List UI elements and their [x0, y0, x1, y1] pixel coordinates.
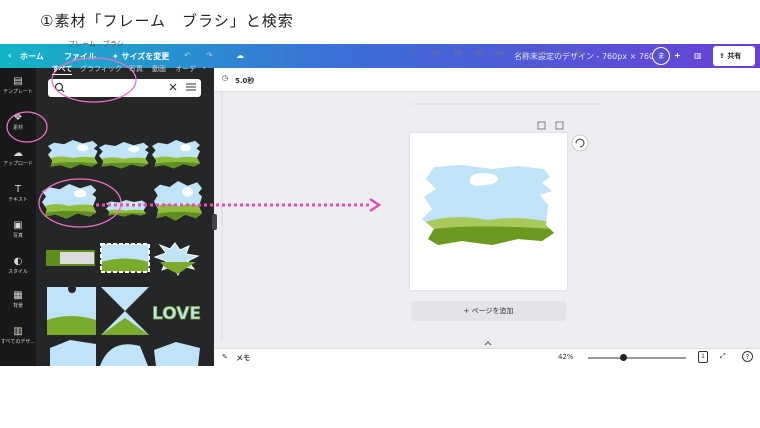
rail-item-template[interactable]: ▤ テンプレート [0, 76, 36, 95]
add-member-icon[interactable]: + [674, 51, 681, 60]
rail-item-background[interactable]: ▦ 背景 [0, 290, 36, 309]
rail-item-all-designs[interactable]: ▥ すべてのデザ... [0, 326, 36, 345]
background-icon: ▦ [13, 290, 23, 301]
ruler-label: 700 [556, 51, 566, 57]
design-page[interactable] [410, 133, 567, 290]
rail-label: 写真 [12, 233, 23, 239]
help-icon[interactable]: ? [742, 351, 753, 362]
ruler-label: 600 [536, 51, 546, 57]
upload-icon: ☁ [13, 148, 23, 159]
rail-label: テンプレート [3, 89, 33, 95]
rail-label: 背景 [12, 303, 23, 309]
ruler-label: 300 [474, 51, 484, 57]
editor-toolbar: ◷ 5.0秒 [214, 68, 760, 92]
back-chevron-icon[interactable]: ‹ [8, 51, 11, 60]
text-icon: T [14, 184, 22, 195]
rail-item-elements[interactable]: ❖ 素材 [0, 112, 36, 131]
zoom-value[interactable]: 42% [558, 353, 574, 361]
ruler-label: 0 [412, 51, 416, 57]
tab-audio[interactable]: オーデ [175, 64, 196, 74]
home-button[interactable]: ホーム [20, 51, 44, 62]
notes-icon[interactable]: ✎ [222, 353, 228, 361]
all-designs-icon: ▥ [13, 326, 23, 337]
style-icon: ◐ [13, 256, 23, 267]
rail-label: アップロード [2, 161, 33, 167]
fullscreen-icon[interactable]: ⤢ [720, 352, 726, 361]
rail-label: 素材 [12, 125, 23, 131]
share-label: 共有 [727, 52, 742, 60]
rail-label: すべてのデザ... [0, 339, 36, 345]
bottom-bar: ✎ メモ 42% 1 ⤢ ? [214, 348, 760, 366]
side-rail: ▤ テンプレート ❖ 素材 ☁ アップロード T テキスト ▣ 写真 ◐ スタイル ▦ 背景 … [0, 68, 36, 366]
zoom-slider-thumb[interactable] [620, 354, 627, 361]
ruler-label: 200 [453, 51, 463, 57]
share-button[interactable]: ⇪ 共有 [713, 46, 755, 66]
elements-icon: ❖ [13, 112, 23, 123]
insights-icon[interactable]: ▥ [694, 51, 702, 60]
elements-panel [36, 68, 214, 366]
rail-item-text[interactable]: T テキスト [0, 184, 36, 203]
timer-icon[interactable]: ◷ [222, 74, 228, 82]
page-count[interactable]: 1 [698, 351, 708, 363]
rail-item-upload[interactable]: ☁ アップロード [0, 148, 36, 167]
zoom-slider[interactable] [588, 357, 686, 359]
template-icon: ▤ [13, 76, 23, 87]
search-input[interactable]: フレーム ブラシ [48, 35, 201, 53]
photo-icon: ▣ [13, 220, 23, 231]
ruler-label: 800 [576, 51, 586, 57]
caption: ①素材「フレーム ブラシ」と検索 [40, 12, 294, 30]
tab-photos[interactable]: 写真 [129, 64, 143, 74]
tab-videos[interactable]: 動画 [152, 64, 166, 74]
duration[interactable]: 5.0秒 [235, 76, 254, 86]
ruler-label: 400 [495, 51, 505, 57]
rail-item-photo[interactable]: ▣ 写真 [0, 220, 36, 239]
notes-button[interactable]: メモ [236, 353, 250, 363]
rail-label: テキスト [8, 197, 28, 203]
tabs-next-chevron-icon[interactable]: › [203, 64, 206, 72]
ruler-label: 100 [432, 51, 442, 57]
canva-editor: ‹ ホーム ファイル ✦ サイズを変更 ↶ ↷ ☁ 名称未設定のデザイン - 7… [0, 44, 760, 366]
tab-graphics[interactable]: グラフィック [80, 64, 122, 74]
tab-all[interactable]: すべて [52, 64, 73, 75]
rail-label: スタイル [7, 269, 28, 275]
add-page-button[interactable]: + ページを追加 [411, 301, 566, 321]
avatar[interactable]: ま [652, 47, 670, 65]
rail-item-style[interactable]: ◐ スタイル [0, 256, 36, 275]
cloud-save-icon: ☁ [236, 51, 244, 60]
resize-label: サイズを変更 [121, 52, 170, 61]
ruler-label: 500 [516, 51, 526, 57]
redo-icon[interactable]: ↷ [206, 51, 213, 60]
